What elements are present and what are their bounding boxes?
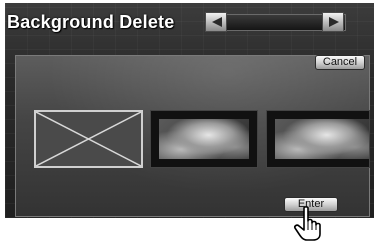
- thumbnail-picture: [159, 119, 249, 159]
- page-title: Background Delete: [7, 12, 175, 32]
- left-arrow-icon: [212, 17, 222, 27]
- thumbnail-image-3[interactable]: [266, 110, 370, 168]
- thumbnail-none[interactable]: [34, 110, 143, 168]
- next-button[interactable]: [322, 12, 344, 32]
- cancel-button[interactable]: Cancel: [315, 55, 365, 70]
- right-arrow-icon: [329, 17, 339, 27]
- previous-button[interactable]: [205, 12, 227, 32]
- empty-image-cross-icon: [35, 111, 142, 167]
- pointing-hand-icon: [294, 206, 321, 241]
- screen: Background Delete Cancel Enter: [0, 0, 374, 241]
- thumbnail-picture: [275, 119, 369, 159]
- thumbnail-image-2[interactable]: [150, 110, 258, 168]
